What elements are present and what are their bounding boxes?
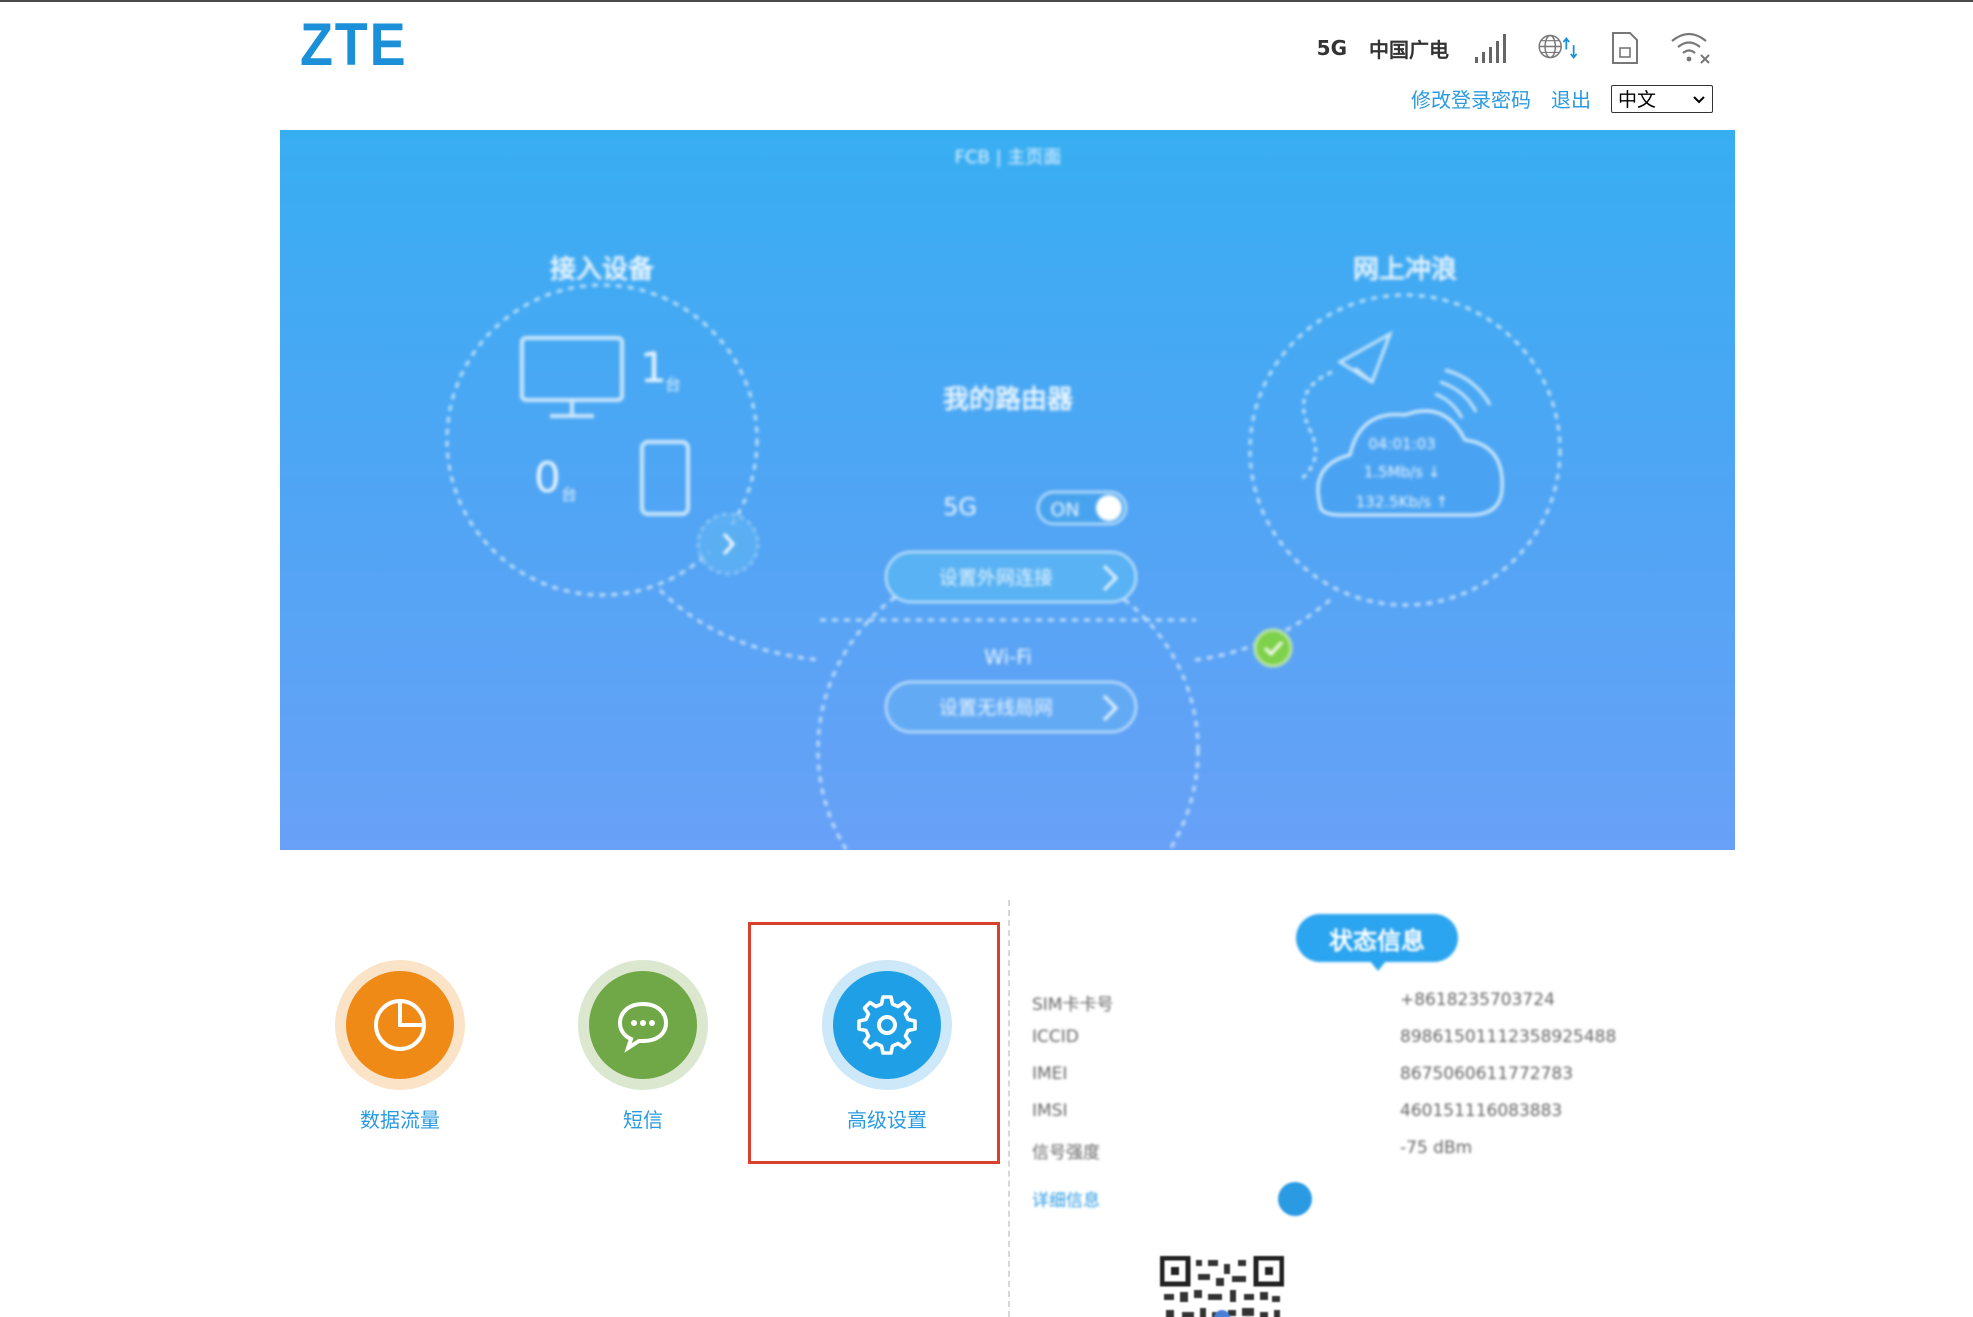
carrier-label: 中国广电 <box>1369 37 1449 62</box>
qr-code-icon <box>1159 1255 1285 1317</box>
info-key: SIM卡卡号 <box>1032 995 1114 1015</box>
info-value: 89861501112358925488 <box>1400 1027 1617 1047</box>
zte-logo: ZTE <box>300 11 408 78</box>
wireless-device-unit: 台 <box>561 485 577 504</box>
top-border-line <box>0 0 1973 2</box>
sms-tile[interactable]: 短信 <box>543 960 743 1133</box>
internet-upload-rate: 1.5Mb/s ↓ <box>1364 463 1441 481</box>
internet-globe-icon <box>1537 28 1581 68</box>
more-info-link[interactable]: 详细信息 <box>1032 1186 1100 1211</box>
wired-device-unit: 台 <box>665 375 681 394</box>
sms-ring <box>578 960 708 1090</box>
network-type-label: 5G <box>1316 36 1347 60</box>
router-title: 我的路由器 <box>943 384 1074 415</box>
info-row-imei: IMEI 8675060611772783 <box>1032 1064 1652 1088</box>
phone-icon <box>640 440 690 516</box>
chevron-down-icon <box>1692 88 1706 110</box>
info-value: -75 dBm <box>1400 1138 1473 1158</box>
info-key: IMEI <box>1032 1064 1068 1084</box>
change-password-link[interactable]: 修改登录密码 <box>1411 84 1531 113</box>
data-usage-tile[interactable]: 数据流量 <box>300 960 500 1133</box>
info-row-signal: 信号强度 -75 dBm <box>1032 1138 1652 1163</box>
top-links: 修改登录密码 退出 中文 <box>1411 84 1713 113</box>
wireless-device-count: 0 <box>534 453 561 502</box>
signal-icon <box>1471 28 1515 68</box>
data-usage-ring <box>335 960 465 1090</box>
wifi-settings-label: 设置无线局网 <box>939 697 1053 719</box>
chat-bubble-icon <box>589 971 697 1079</box>
internet-title: 网上冲浪 <box>1353 254 1457 285</box>
wifi-section-label: Wi-Fi <box>984 645 1032 669</box>
wired-device-count: 1 <box>640 343 667 392</box>
sms-label: 短信 <box>623 1108 663 1132</box>
info-row-sim-number: SIM卡卡号 +8618235703724 <box>1032 990 1652 1015</box>
language-select[interactable]: 中文 <box>1611 84 1713 113</box>
router-status-banner: FCB | 主页面 接入设备 1 台 0 台 我的路由器 5G ON 设置外网连… <box>280 130 1735 850</box>
info-key: 信号强度 <box>1032 1143 1100 1163</box>
devices-detail-button[interactable] <box>697 513 759 575</box>
language-selected-value: 中文 <box>1618 89 1657 111</box>
connected-check-icon <box>1253 628 1293 668</box>
data-usage-label: 数据流量 <box>360 1108 440 1132</box>
status-info-title: 状态信息 <box>1296 914 1458 971</box>
status-info-panel: 状态信息 SIM卡卡号 +8618235703724 ICCID 8986150… <box>1008 900 1738 1317</box>
banner-top-text: FCB | 主页面 <box>955 147 1062 168</box>
internet-duration: 04:01:03 <box>1368 435 1435 453</box>
internet-download-rate: 132.5Kb/s ↑ <box>1356 493 1449 511</box>
info-key: ICCID <box>1032 1027 1079 1047</box>
info-key: IMSI <box>1032 1101 1068 1121</box>
info-value: 460151116083883 <box>1400 1101 1563 1121</box>
wifi-icon <box>1669 28 1713 68</box>
monitor-icon <box>520 336 624 418</box>
more-info-arrow-button[interactable] <box>1278 1182 1312 1216</box>
pie-chart-icon <box>346 971 454 1079</box>
info-value: +8618235703724 <box>1400 990 1555 1010</box>
band-toggle-label: ON <box>1050 499 1079 521</box>
sim-card-icon <box>1603 28 1647 68</box>
router-band-label: 5G <box>943 493 977 521</box>
info-row-iccid: ICCID 89861501112358925488 <box>1032 1027 1652 1051</box>
status-bar: 5G 中国广电 <box>1317 28 1713 68</box>
devices-title: 接入设备 <box>550 255 655 285</box>
logout-link[interactable]: 退出 <box>1551 84 1591 113</box>
wan-settings-label: 设置外网连接 <box>939 567 1053 589</box>
signal-waves-icon <box>1434 368 1492 419</box>
info-value: 8675060611772783 <box>1400 1064 1574 1084</box>
highlight-annotation-box <box>748 922 1000 1164</box>
info-row-imsi: IMSI 460151116083883 <box>1032 1101 1652 1125</box>
